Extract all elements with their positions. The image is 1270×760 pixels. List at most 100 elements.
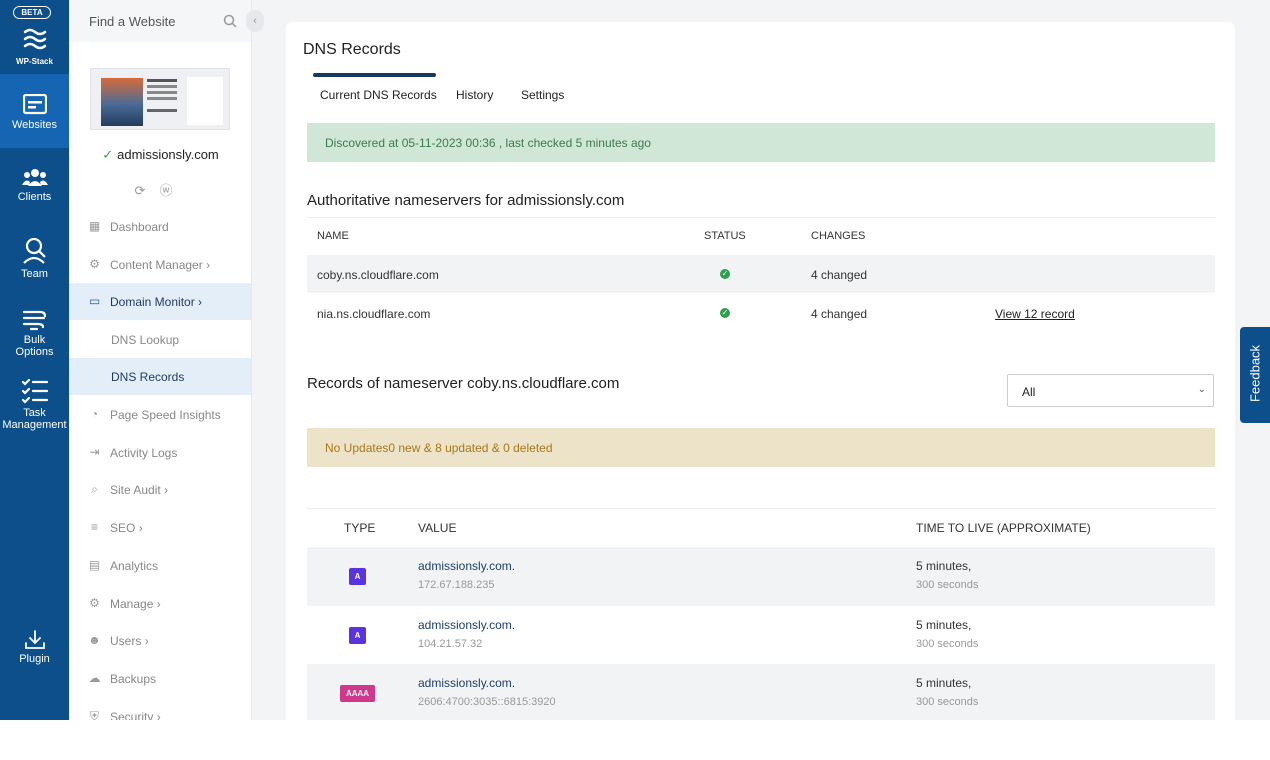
websites-icon: [22, 94, 47, 115]
record-host: admissionsly.com.: [418, 559, 516, 573]
active-tab-indicator: [313, 73, 436, 77]
chevron-right-icon: ›: [156, 597, 161, 611]
table-row: coby.ns.cloudflare.com ✓ 4 changed: [307, 255, 1215, 293]
nameservers-heading: Authoritative nameservers for admissions…: [307, 192, 625, 209]
collapse-sidebar-button[interactable]: ‹: [246, 10, 264, 32]
nav-content-manager[interactable]: ⚙ Content Manager ›: [69, 246, 251, 283]
feedback-button[interactable]: Feedback: [1240, 327, 1270, 423]
login-icon: ⇥: [89, 445, 100, 459]
rail-plugin-label: Plugin: [19, 653, 50, 665]
refresh-icon[interactable]: ⟳: [135, 183, 160, 198]
column-name: NAME: [317, 230, 349, 242]
nav-dashboard[interactable]: ▦ Dashboard: [69, 208, 251, 245]
site-thumbnail[interactable]: [90, 68, 230, 130]
column-changes: CHANGES: [811, 230, 866, 242]
analytics-icon: ▤: [88, 558, 101, 572]
rail-clients-label: Clients: [17, 191, 52, 203]
app-window: BETA WP-Stack Websites Clients Team Bulk…: [0, 0, 1270, 720]
page-title: DNS Records: [303, 41, 401, 58]
gear-icon: ⚙: [89, 257, 100, 271]
main-rail: BETA WP-Stack Websites Clients Team Bulk…: [0, 0, 69, 720]
divider: [307, 508, 1215, 509]
chevron-right-icon: ›: [164, 483, 169, 497]
column-value: VALUE: [418, 521, 457, 535]
nav-manage[interactable]: ⚙ Manage ›: [69, 585, 251, 622]
discovered-banner: Discovered at 05-11-2023 00:36 , last ch…: [307, 123, 1215, 162]
nav-dns-lookup[interactable]: DNS Lookup: [69, 321, 251, 358]
tab-settings[interactable]: Settings: [521, 88, 564, 102]
column-type: TYPE: [344, 521, 376, 535]
dns-record-row: AAAA admissionsly.com. 2606:4700:3035::6…: [307, 664, 1215, 720]
chevron-right-icon: ›: [138, 521, 143, 535]
updates-banner: No Updates0 new & 8 updated & 0 deleted: [307, 428, 1215, 467]
site-name: admissionsly.com: [117, 147, 219, 162]
dashboard-icon: ▦: [88, 219, 101, 233]
nav-analytics[interactable]: ▤ Analytics: [69, 547, 251, 584]
tab-history[interactable]: History: [456, 88, 493, 102]
task-management-icon: [21, 378, 48, 404]
nameserver-changes: 4 changed: [811, 268, 868, 282]
records-heading: Records of nameserver coby.ns.cloudflare…: [307, 375, 620, 392]
record-ttl-seconds: 300 seconds: [916, 579, 979, 591]
nav-domain-monitor[interactable]: ▭ Domain Monitor ›: [69, 283, 251, 320]
rail-websites[interactable]: Websites: [0, 74, 69, 148]
nav-dns-lookup-label: DNS Lookup: [111, 333, 180, 347]
chevron-left-icon: ‹: [253, 15, 257, 27]
tab-current-dns-records[interactable]: Current DNS Records: [320, 88, 437, 102]
nav-security-label: Security: [110, 710, 154, 720]
rail-task-label-2: Management: [2, 419, 67, 431]
cloud-icon: ☁: [88, 671, 101, 685]
clients-icon: [21, 169, 48, 186]
nav-site-audit[interactable]: ⌕ Site Audit ›: [69, 471, 251, 508]
divider: [307, 217, 1215, 218]
nav-users[interactable]: ☻ Users ›: [69, 622, 251, 659]
chevron-right-icon: ›: [156, 710, 161, 720]
nav-page-speed[interactable]: ◔ Page Speed Insights: [69, 396, 251, 433]
nameserver-name: coby.ns.cloudflare.com: [317, 268, 439, 282]
chevron-right-icon: ›: [144, 634, 149, 648]
users-icon: ☻: [88, 633, 101, 647]
waves-logo-icon: [23, 28, 46, 50]
nav-seo[interactable]: ≡ SEO ›: [69, 509, 251, 546]
team-icon: [22, 237, 46, 264]
thumbnail-card: [187, 77, 223, 125]
nav-seo-label: SEO: [110, 521, 136, 535]
record-type-badge: A: [349, 568, 366, 585]
thumbnail-text: [147, 79, 177, 82]
search-icon[interactable]: [223, 14, 237, 28]
rail-task-label-1: Task: [23, 407, 46, 419]
site-sidebar: Find a Website ✓ admissionsly.com ⟳ⓦ ▦ Das…: [69, 0, 252, 720]
filter-value: All: [1022, 385, 1036, 399]
rail-bulk-options[interactable]: Bulk Options: [0, 307, 69, 358]
record-ttl-seconds: 300 seconds: [916, 638, 979, 650]
wp-stack-logo[interactable]: [0, 26, 69, 57]
speedometer-icon: ◔: [90, 407, 99, 421]
record-ip: 172.67.188.235: [418, 579, 495, 591]
thumbnail-image: [101, 78, 143, 126]
rail-clients[interactable]: Clients: [0, 168, 69, 203]
dns-records-panel: DNS Records Current DNS Records History …: [286, 22, 1235, 720]
status-check-icon: ✓: [720, 269, 730, 279]
beta-badge: BETA: [13, 6, 51, 19]
record-host: admissionsly.com.: [418, 676, 516, 690]
wordpress-icon[interactable]: ⓦ: [159, 183, 186, 198]
nav-security[interactable]: ⛨ Security ›: [69, 698, 251, 721]
record-host: admissionsly.com.: [418, 618, 516, 632]
records-filter-select[interactable]: All ⌄: [1007, 374, 1214, 407]
view-records-link[interactable]: View 12 record: [995, 307, 1075, 321]
gear-icon: ⚙: [89, 596, 100, 610]
site-name-row[interactable]: ✓ admissionsly.com: [69, 147, 251, 163]
nav-backups[interactable]: ☁ Backups: [69, 660, 251, 697]
record-ttl: 5 minutes,: [916, 559, 972, 573]
record-ttl-seconds: 300 seconds: [916, 696, 979, 708]
column-ttl: TIME TO LIVE (APPROXIMATE): [916, 521, 1091, 535]
nav-analytics-label: Analytics: [110, 559, 159, 573]
rail-plugin[interactable]: Plugin: [0, 630, 69, 665]
nav-dns-records[interactable]: DNS Records: [69, 358, 251, 395]
nav-activity-logs[interactable]: ⇥ Activity Logs: [69, 434, 251, 471]
record-type-badge: AAAA: [340, 685, 375, 702]
rail-task-management[interactable]: Task Management: [0, 378, 69, 431]
nav-backups-label: Backups: [110, 672, 157, 686]
nav-page-speed-label: Page Speed Insights: [110, 408, 221, 422]
rail-team[interactable]: Team: [0, 237, 69, 280]
